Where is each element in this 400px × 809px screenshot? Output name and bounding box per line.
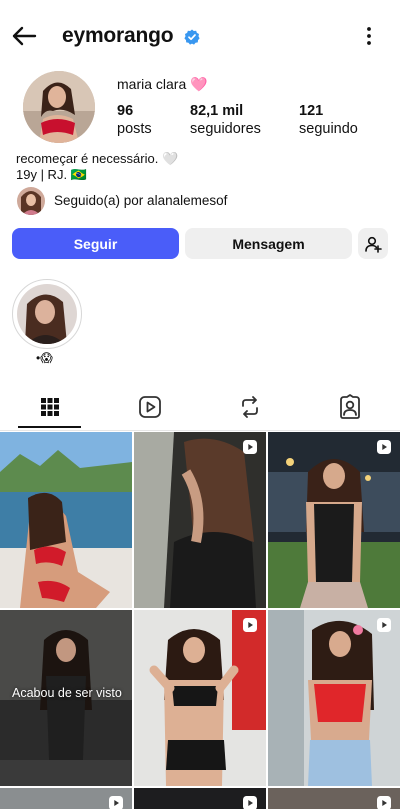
followed-by-text[interactable]: Seguido(a) por alanalemesof	[54, 193, 227, 208]
mutual-avatar-photo	[17, 187, 45, 215]
followers-label: seguidores	[190, 121, 261, 137]
back-arrow-icon[interactable]	[10, 24, 38, 48]
tagged-icon[interactable]	[337, 394, 363, 420]
grid-post-seen[interactable]: Acabou de ser visto	[0, 610, 132, 786]
profile-avatar[interactable]	[23, 71, 95, 143]
suggest-people-button[interactable]	[358, 228, 388, 259]
story-highlight[interactable]	[12, 279, 82, 349]
bio-line-1: recomeçar é necessário. 🤍	[16, 151, 179, 166]
stat-followers[interactable]: 82,1 mil seguidores	[190, 102, 261, 138]
verified-badge-icon	[184, 29, 200, 45]
seen-label: Acabou de ser visto	[12, 686, 122, 700]
bio-line-2: 19y | RJ. 🇧🇷	[16, 167, 87, 182]
message-button[interactable]: Mensagem	[185, 228, 352, 259]
add-person-icon	[365, 236, 382, 253]
reel-indicator-icon	[243, 440, 257, 454]
grid-reel[interactable]	[268, 432, 400, 608]
stat-following[interactable]: 121 seguindo	[299, 102, 358, 138]
avatar-photo	[23, 71, 95, 143]
profile-username: eymorango	[62, 24, 174, 47]
grid-reel[interactable]	[134, 432, 266, 608]
grid-reel[interactable]	[0, 788, 132, 809]
reel-indicator-icon	[377, 440, 391, 454]
grid-icon[interactable]	[37, 394, 63, 420]
reel-indicator-icon	[377, 618, 391, 632]
display-name: maria clara 🩷	[117, 76, 208, 92]
stat-posts[interactable]: 96 posts	[117, 102, 152, 138]
posts-grid: Acabou de ser visto	[0, 432, 400, 809]
reel-indicator-icon	[109, 796, 123, 809]
highlight-cover	[17, 284, 77, 344]
reel-indicator-icon	[243, 618, 257, 632]
more-options-icon[interactable]	[360, 26, 378, 46]
followers-count: 82,1 mil	[190, 103, 244, 119]
mutual-follower-avatar[interactable]	[17, 187, 45, 215]
following-count: 121	[299, 103, 324, 119]
active-tab-indicator	[18, 426, 81, 428]
posts-label: posts	[117, 121, 152, 137]
grid-post[interactable]	[0, 432, 132, 608]
reposts-icon[interactable]	[237, 394, 263, 420]
follow-button[interactable]: Seguir	[12, 228, 179, 259]
posts-count: 96	[117, 103, 134, 119]
grid-reel[interactable]	[268, 610, 400, 786]
highlight-label: •😱	[36, 351, 53, 365]
grid-reel[interactable]	[268, 788, 400, 809]
top-bar: eymorango	[0, 0, 400, 72]
profile-tabs	[0, 388, 400, 431]
grid-reel[interactable]	[134, 610, 266, 786]
reels-icon[interactable]	[137, 394, 163, 420]
following-label: seguindo	[299, 121, 358, 137]
grid-reel[interactable]	[134, 788, 266, 809]
reel-indicator-icon	[243, 796, 257, 809]
reel-indicator-icon	[377, 796, 391, 809]
